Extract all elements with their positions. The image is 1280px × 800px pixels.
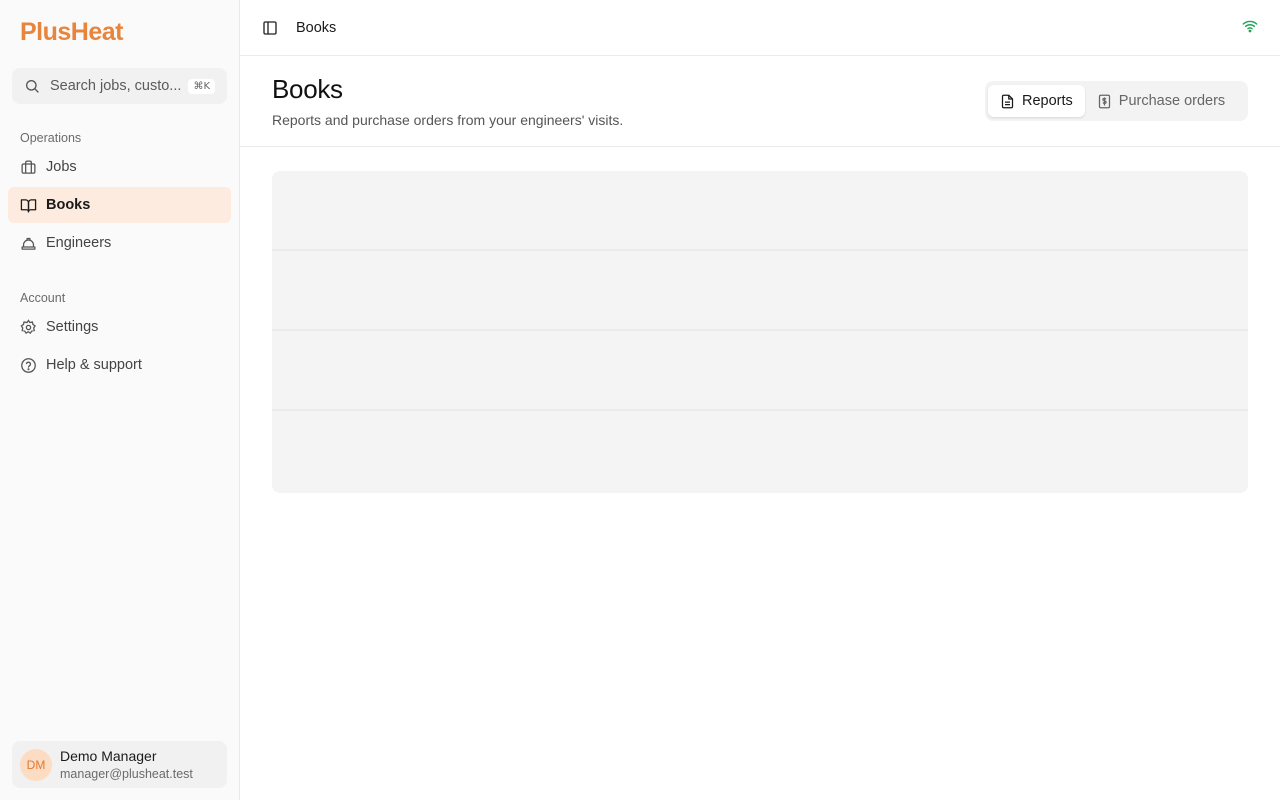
tab-reports[interactable]: Reports: [988, 85, 1085, 117]
user-info: Demo Manager manager@plusheat.test: [60, 748, 193, 781]
skeleton-row: [272, 411, 1248, 491]
sidebar-item-label: Books: [46, 197, 91, 213]
search-input[interactable]: Search jobs, custo... ⌘K: [12, 68, 227, 104]
briefcase-icon: [21, 159, 36, 174]
sidebar-item-jobs[interactable]: Jobs: [8, 149, 231, 185]
user-menu[interactable]: DM Demo Manager manager@plusheat.test: [12, 741, 227, 788]
user-email: manager@plusheat.test: [60, 767, 193, 781]
brand-logo[interactable]: PlusHeat: [20, 18, 123, 47]
section-label-account: Account: [20, 291, 66, 305]
section-label-operations: Operations: [20, 131, 82, 145]
panel-left-icon: [263, 20, 277, 35]
sidebar-item-label: Engineers: [46, 235, 112, 251]
sidebar-item-label: Jobs: [46, 159, 77, 175]
loading-skeleton: [272, 171, 1248, 493]
tab-label: Purchase orders: [1118, 93, 1226, 109]
tab-label: Reports: [1022, 93, 1073, 109]
sidebar: PlusHeat Search jobs, custo... ⌘K Operat…: [0, 0, 240, 800]
breadcrumb: Books: [296, 19, 337, 36]
file-text-icon: [1001, 94, 1014, 108]
tab-purchase-orders[interactable]: Purchase orders: [1085, 85, 1237, 117]
skeleton-row: [272, 171, 1248, 251]
user-name: Demo Manager: [60, 748, 157, 764]
search-icon: [26, 80, 39, 93]
page-header: Books Reports and purchase orders from y…: [240, 56, 1280, 147]
sidebar-item-engineers[interactable]: Engineers: [8, 225, 231, 261]
connection-status: [1242, 19, 1258, 38]
book-open-icon: [20, 198, 37, 213]
page-subtitle: Reports and purchase orders from your en…: [272, 112, 624, 128]
search-shortcut: ⌘K: [188, 78, 215, 94]
view-tabs: Reports Purchase orders: [985, 81, 1248, 121]
skeleton-row: [272, 331, 1248, 411]
sidebar-item-help[interactable]: Help & support: [8, 347, 231, 383]
hard-hat-icon: [21, 237, 36, 250]
sidebar-item-settings[interactable]: Settings: [8, 309, 231, 345]
skeleton-row: [272, 251, 1248, 331]
gear-icon: [20, 318, 36, 334]
sidebar-item-label: Help & support: [46, 357, 142, 373]
top-bar: Books: [240, 0, 1280, 56]
sidebar-item-label: Settings: [46, 319, 99, 335]
search-placeholder: Search jobs, custo...: [50, 78, 182, 94]
sidebar-toggle-button[interactable]: [261, 19, 279, 37]
sidebar-item-books[interactable]: Books: [8, 187, 231, 223]
wifi-icon: [1242, 20, 1258, 33]
page-title: Books: [272, 74, 343, 104]
help-circle-icon: [21, 357, 36, 373]
avatar: DM: [20, 748, 52, 781]
receipt-icon: [1098, 94, 1110, 108]
